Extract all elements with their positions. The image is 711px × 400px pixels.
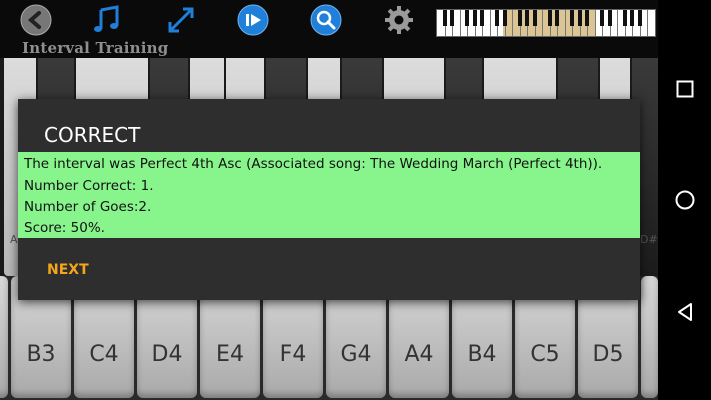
home-icon (675, 190, 694, 210)
mini-black-key (637, 10, 642, 26)
home-button[interactable] (658, 180, 711, 220)
back-icon (677, 303, 692, 321)
mini-black-key (630, 10, 635, 26)
lower-key-partial[interactable] (641, 276, 658, 398)
key-label: C4 (89, 342, 119, 367)
result-dialog: CORRECT The interval was Perfect 4th Asc… (18, 99, 640, 300)
search-button[interactable] (310, 4, 342, 36)
lower-key-partial[interactable] (0, 276, 8, 398)
key-label: F4 (279, 342, 307, 367)
gear-icon (385, 6, 413, 34)
key-label: G4 (340, 342, 372, 367)
mini-black-key (450, 10, 455, 26)
expand-arrows-icon (168, 7, 194, 33)
mini-black-key (442, 10, 447, 26)
mini-key-divider (459, 10, 461, 36)
mini-black-key (517, 10, 522, 26)
dialog-message: The interval was Perfect 4th Asc (Associ… (18, 152, 640, 238)
next-button[interactable]: NEXT (47, 262, 89, 278)
mini-black-key (600, 10, 605, 26)
mini-black-key (495, 10, 500, 26)
mini-black-key (472, 10, 477, 26)
key-label: E4 (216, 342, 244, 367)
music-note-icon (94, 5, 119, 32)
key-label: D5 (592, 342, 624, 367)
score-text: Score: 50%. (24, 220, 105, 236)
expand-button[interactable] (165, 4, 197, 36)
mini-key-divider (489, 10, 491, 36)
number-of-goes-text: Number of Goes:2. (24, 199, 152, 215)
recents-icon (676, 80, 693, 98)
recents-button[interactable] (658, 69, 711, 109)
mini-key-divider (512, 10, 514, 36)
upper-key-label: D# (640, 233, 658, 246)
upper-key-label: A (10, 233, 18, 246)
key-label: B3 (26, 342, 56, 367)
toolbar: Interval Training (0, 0, 658, 58)
mini-key-divider (647, 10, 649, 36)
app-screen: Interval Training A D# B3 C4 D4 E4 F4 G4… (0, 0, 658, 400)
mini-black-key (585, 10, 590, 26)
mini-black-key (480, 10, 485, 26)
settings-button[interactable] (383, 4, 415, 36)
search-icon (310, 4, 342, 36)
interval-result-text: The interval was Perfect 4th Asc (Associ… (24, 156, 603, 172)
mini-black-key (547, 10, 552, 26)
key-label: D4 (151, 342, 183, 367)
mini-black-key (502, 10, 507, 26)
mini-black-key (465, 10, 470, 26)
mini-black-key (622, 10, 627, 26)
mini-black-key (577, 10, 582, 26)
back-button[interactable] (20, 4, 52, 36)
mini-black-key (555, 10, 560, 26)
play-button[interactable] (237, 4, 269, 36)
app-title: Interval Training (22, 39, 169, 57)
number-correct-text: Number Correct: 1. (24, 178, 154, 194)
mini-black-key (525, 10, 530, 26)
key-label: C5 (530, 342, 560, 367)
mini-black-key (532, 10, 537, 26)
mini-key-divider (564, 10, 566, 36)
key-label: A4 (404, 342, 434, 367)
mini-key-divider (594, 10, 596, 36)
music-note-button[interactable] (91, 4, 123, 36)
system-navigation-bar (658, 0, 711, 400)
back-arrow-icon (20, 4, 52, 36)
play-icon (237, 4, 269, 36)
mini-key-divider (542, 10, 544, 36)
keyboard-overview-strip[interactable] (436, 9, 656, 37)
mini-key-divider (617, 10, 619, 36)
back-nav-button[interactable] (658, 292, 711, 332)
dialog-title: CORRECT (44, 123, 141, 147)
key-label: B4 (467, 342, 497, 367)
mini-black-key (570, 10, 575, 26)
mini-black-key (607, 10, 612, 26)
